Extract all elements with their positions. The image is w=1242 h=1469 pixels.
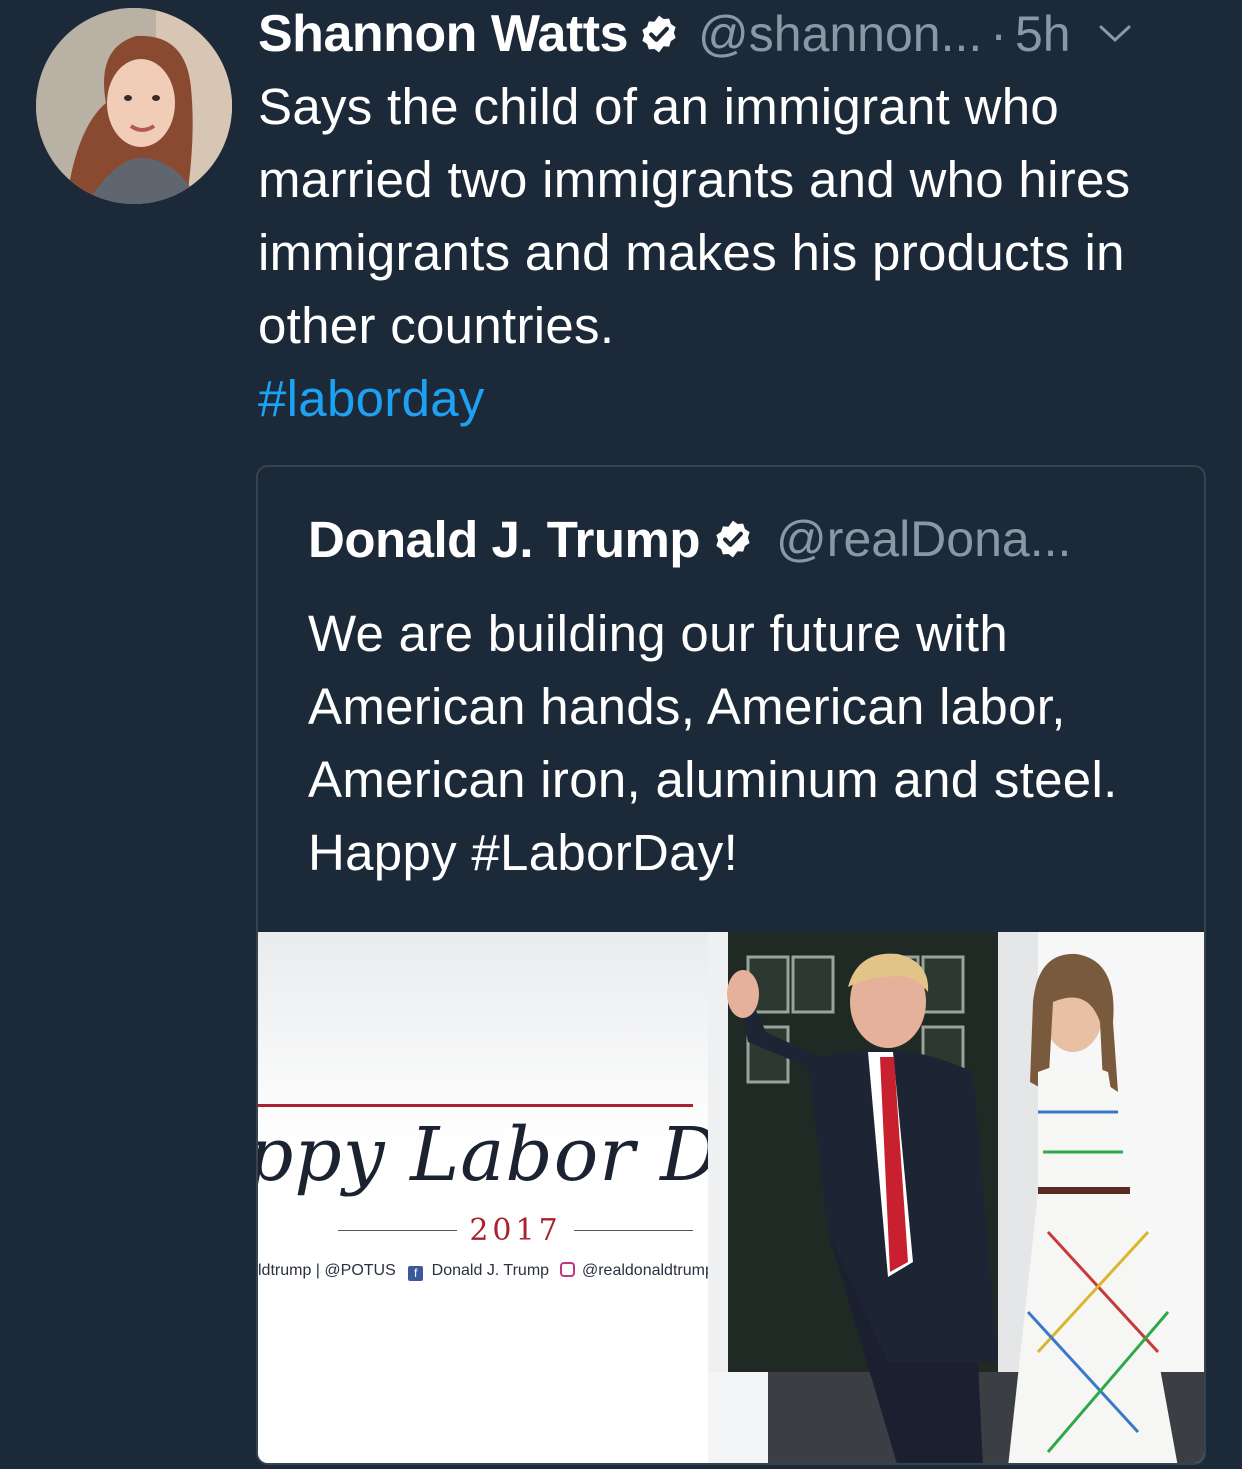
tweet-body: Says the child of an immigrant who marri…: [258, 70, 1218, 435]
quoted-tweet-text: We are building our future with American…: [308, 605, 1118, 881]
separator-dot: ·: [990, 6, 1007, 62]
hashtag-link[interactable]: #laborday: [258, 362, 1218, 435]
banner-social-links: ldtrump | @POTUS f Donald J. Trump @real…: [258, 1262, 708, 1281]
photo: [708, 932, 1204, 1463]
quoted-tweet-image[interactable]: ppy Labor Day 2017 ldtrump | @POTUS f Do…: [258, 932, 1204, 1463]
banner-title: ppy Labor Day: [258, 1112, 809, 1198]
labor-day-banner: ppy Labor Day 2017 ldtrump | @POTUS f Do…: [258, 932, 807, 1463]
tweet-header: Shannon Watts @shannon... · 5h: [258, 2, 1222, 66]
tweet: Shannon Watts @shannon... · 5h Says the …: [0, 0, 1242, 1469]
avatar[interactable]: [36, 8, 232, 204]
verified-badge-icon: [638, 13, 680, 55]
chevron-down-icon[interactable]: [1097, 23, 1133, 45]
avatar-image: [36, 8, 232, 204]
quoted-tweet[interactable]: Donald J. Trump @realDona... We are buil…: [256, 465, 1206, 1465]
author-name[interactable]: Shannon Watts: [258, 4, 629, 64]
social-instagram: @realdonaldtrump: [581, 1262, 708, 1279]
banner-rule: [258, 1104, 693, 1107]
banner-year: 2017: [469, 1212, 562, 1248]
social-facebook: Donald J. Trump: [431, 1262, 550, 1279]
timestamp[interactable]: 5h: [1015, 5, 1071, 63]
instagram-icon: [559, 1262, 575, 1277]
facebook-icon: f: [408, 1266, 424, 1281]
quoted-author-name: Donald J. Trump: [308, 510, 701, 568]
quoted-tweet-header: Donald J. Trump @realDona...: [308, 507, 1071, 571]
verified-badge-icon: [712, 518, 754, 560]
tweet-text: Says the child of an immigrant who marri…: [258, 78, 1131, 354]
quoted-author-handle: @realDona...: [776, 511, 1072, 567]
social-prefix: ldtrump | @POTUS: [258, 1262, 396, 1279]
banner-year-row: 2017: [338, 1212, 694, 1248]
author-handle[interactable]: @shannon...: [698, 5, 982, 63]
